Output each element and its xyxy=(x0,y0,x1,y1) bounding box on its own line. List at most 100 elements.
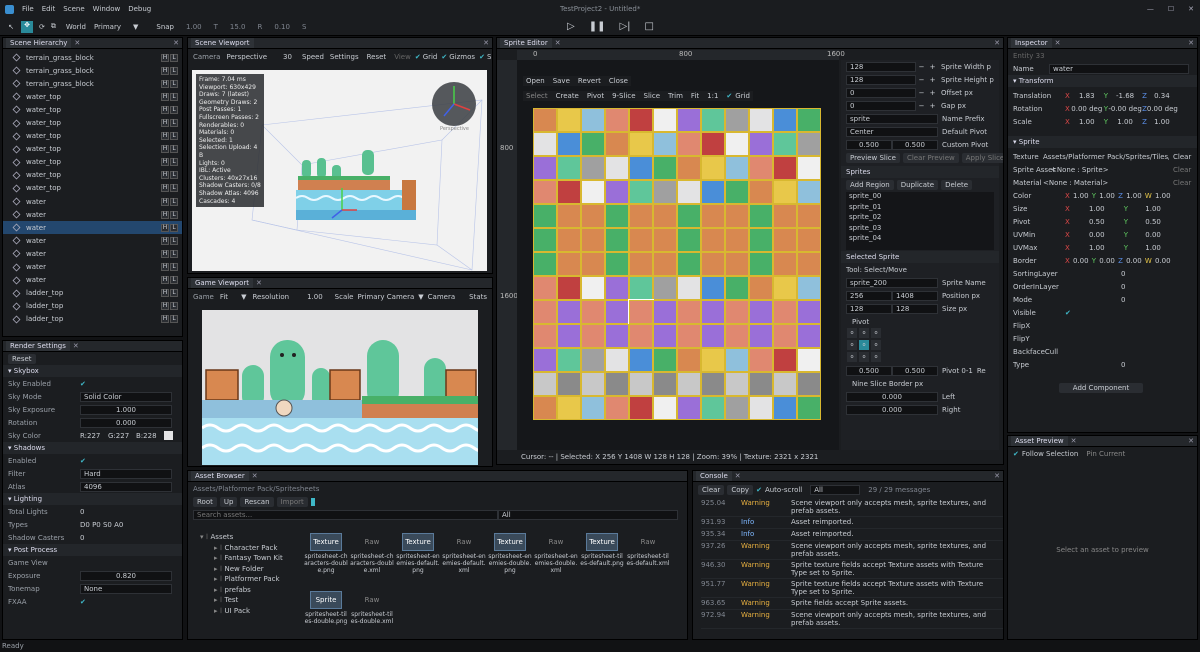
hide-toggle[interactable]: H xyxy=(161,92,169,101)
hide-toggle[interactable]: H xyxy=(161,276,169,285)
asset-item[interactable]: Sprite spritesheet-tiles-double.png xyxy=(303,589,349,639)
menu-debug[interactable]: Debug xyxy=(128,5,151,13)
filter-select[interactable]: Hard xyxy=(80,468,172,479)
close-icon[interactable]: ✕ xyxy=(555,39,561,47)
sprite-tile[interactable] xyxy=(773,252,797,276)
sprite-tile[interactable] xyxy=(749,108,773,132)
name-prefix-field[interactable]: sprite xyxy=(846,113,938,124)
sprite-tile[interactable] xyxy=(677,204,701,228)
sprite-tile[interactable] xyxy=(653,324,677,348)
folder-tree-item[interactable]: ▸ 𝄁 UI Pack xyxy=(200,607,295,618)
snap-value[interactable]: S xyxy=(302,23,306,31)
hierarchy-item[interactable]: water_top H L xyxy=(3,116,182,129)
hide-toggle[interactable]: H xyxy=(161,66,169,75)
hide-toggle[interactable]: H xyxy=(161,184,169,193)
sprite-list-item[interactable]: sprite_02 xyxy=(846,213,994,224)
sky-mode-select[interactable]: Solid Color xyxy=(80,391,172,402)
rotation-y[interactable]: -0.00 deg xyxy=(1108,105,1142,113)
folder-tree-item[interactable]: ▾ 𝄁 Assets xyxy=(200,533,295,544)
s-checkbox[interactable]: ✔ xyxy=(479,53,485,61)
sprite-tile[interactable] xyxy=(725,132,749,156)
sprite-tile[interactable] xyxy=(701,132,725,156)
close-icon[interactable]: ✕ xyxy=(1188,437,1194,445)
expand-icon[interactable]: ▾ xyxy=(200,533,204,541)
sprite-tile[interactable] xyxy=(701,276,725,300)
sprite-tile[interactable] xyxy=(749,396,773,420)
asset-item[interactable]: Raw spritesheet-tiles-double.xml xyxy=(349,589,395,639)
slice-value-field[interactable]: 128 xyxy=(846,74,916,85)
projection-select[interactable]: Perspective xyxy=(226,53,267,61)
hierarchy-item[interactable]: water H L xyxy=(3,274,182,287)
sprite-tile[interactable] xyxy=(557,180,581,204)
close-icon[interactable]: ✕ xyxy=(252,472,258,480)
tab-console[interactable]: Console xyxy=(696,471,732,481)
decrement-button[interactable]: − xyxy=(916,63,927,71)
sprite-tile[interactable] xyxy=(629,132,653,156)
tab-asset-preview[interactable]: Asset Preview xyxy=(1011,436,1068,446)
tool-create[interactable]: Create xyxy=(556,92,579,100)
scale-y[interactable]: 1.00 xyxy=(1108,118,1142,126)
sprite-tile[interactable] xyxy=(677,300,701,324)
slice-value-field[interactable]: 0 xyxy=(846,87,916,98)
lock-toggle[interactable]: L xyxy=(170,66,178,75)
sprite-tile[interactable] xyxy=(581,108,605,132)
slice-value-field[interactable]: 0 xyxy=(846,100,916,111)
asset-item[interactable]: Raw spritesheet-enemies-default.xml xyxy=(441,531,487,589)
search-input[interactable]: Search assets... xyxy=(193,509,498,520)
sprite-tile[interactable] xyxy=(701,204,725,228)
tool-9slice[interactable]: 9-Slice xyxy=(612,92,635,100)
folder-tree-item[interactable]: ▸ 𝄁 Test xyxy=(200,596,295,607)
sprite-tile[interactable] xyxy=(653,156,677,180)
sprite-tile[interactable] xyxy=(677,132,701,156)
close-icon[interactable]: ✕ xyxy=(173,39,179,47)
name-field[interactable]: water xyxy=(1049,63,1189,74)
hierarchy-item[interactable]: water H L xyxy=(3,234,182,247)
autoscroll-checkbox[interactable]: ✔ xyxy=(756,486,762,494)
sprite-tile[interactable] xyxy=(749,228,773,252)
sprite-tile[interactable] xyxy=(605,228,629,252)
border-z[interactable]: 0.00 xyxy=(1123,257,1145,265)
settings-button[interactable]: Settings xyxy=(330,53,359,61)
close-icon[interactable]: ✕ xyxy=(483,39,489,47)
snap-label[interactable]: Snap xyxy=(156,23,174,31)
uvmin-y[interactable]: 0.00 xyxy=(1128,231,1178,239)
sprite-tile[interactable] xyxy=(725,348,749,372)
sprite-tile[interactable] xyxy=(533,324,557,348)
sprite-tile[interactable] xyxy=(773,204,797,228)
sprite-tile[interactable] xyxy=(653,372,677,396)
sprite-tile[interactable] xyxy=(725,180,749,204)
sprite-tile[interactable] xyxy=(701,108,725,132)
hide-toggle[interactable]: H xyxy=(161,249,169,258)
grid-checkbox[interactable]: ✔ xyxy=(726,92,732,100)
hierarchy-item[interactable]: water H L xyxy=(3,195,182,208)
lock-toggle[interactable]: L xyxy=(170,105,178,114)
space-select[interactable]: World xyxy=(66,23,86,31)
log-entry[interactable]: 963.65 Warning Sprite fields accept Sprite… xyxy=(701,598,1003,610)
pivot-option[interactable]: o xyxy=(847,340,857,350)
scale-z[interactable]: 1.00 xyxy=(1147,118,1177,126)
hide-toggle[interactable]: H xyxy=(161,197,169,206)
menu-scene[interactable]: Scene xyxy=(63,5,84,13)
clear-material-button[interactable]: Clear xyxy=(1173,179,1191,187)
sprite-tile-selected[interactable] xyxy=(628,299,654,325)
tool-11[interactable]: 1:1 xyxy=(707,92,718,100)
hide-toggle[interactable]: H xyxy=(161,105,169,114)
pivot01-y[interactable]: 0.500 xyxy=(892,365,938,376)
color-z[interactable]: 1.00 xyxy=(1123,192,1145,200)
lock-toggle[interactable]: L xyxy=(170,132,178,141)
sprite-tile[interactable] xyxy=(533,204,557,228)
lock-toggle[interactable]: L xyxy=(170,79,178,88)
sprite-tile[interactable] xyxy=(701,324,725,348)
sprite-tile[interactable] xyxy=(701,300,725,324)
stop-icon[interactable]: □ xyxy=(645,21,654,32)
sorting-layer-value[interactable]: 0 xyxy=(1121,270,1125,278)
sprite-canvas[interactable]: Open Save Revert Close Select Create Pivot… xyxy=(517,60,839,450)
sky-color-g[interactable]: G:227 xyxy=(108,432,136,440)
translation-x[interactable]: 1.83 xyxy=(1070,92,1104,100)
sky-exposure-field[interactable]: 1.000 xyxy=(80,404,172,415)
sprite-tile[interactable] xyxy=(701,396,725,420)
asset-item[interactable]: Texture spritesheet-enemies-default.png xyxy=(395,531,441,589)
open-button[interactable]: Open xyxy=(526,77,545,85)
log-entry[interactable]: 951.77 Warning Sprite texture fields accep… xyxy=(701,579,1003,598)
folder-tree-item[interactable]: ▸ 𝄁 New Folder xyxy=(200,565,295,576)
